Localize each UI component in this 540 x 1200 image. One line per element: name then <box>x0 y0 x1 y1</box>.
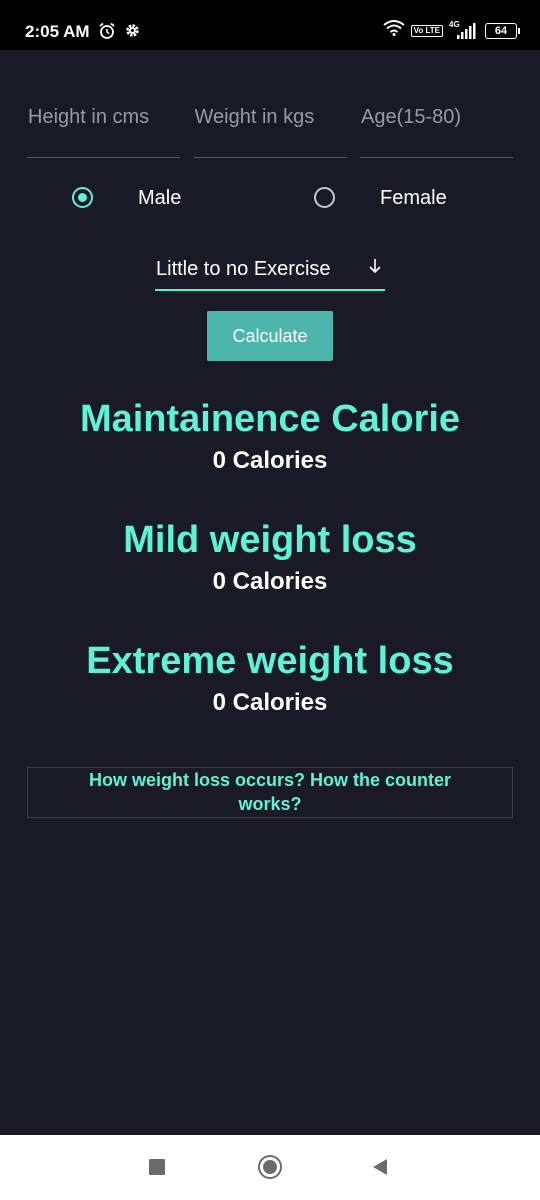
weight-field[interactable] <box>193 100 347 158</box>
activity-level-selected[interactable]: Little to no Exercise <box>156 258 331 281</box>
mild-weight-loss-title: Mild weight loss <box>123 519 417 561</box>
height-input[interactable] <box>27 100 180 129</box>
female-label[interactable]: Female <box>380 187 447 210</box>
gender-radio-group: Male Female <box>0 182 540 216</box>
height-field[interactable] <box>27 100 180 158</box>
back-triangle-icon[interactable] <box>372 1158 388 1181</box>
mild-weight-loss-value: 0 Calories <box>212 568 328 595</box>
input-fields-row <box>27 100 513 158</box>
activity-level-dropdown[interactable]: Little to no Exercise <box>155 253 385 291</box>
battery-level: 64 <box>485 22 517 39</box>
maintenance-calorie-value: 0 Calories <box>212 447 328 474</box>
female-radio-button[interactable] <box>314 187 335 208</box>
male-radio-button[interactable] <box>72 187 93 208</box>
extreme-weight-loss-value: 0 Calories <box>212 689 328 716</box>
calculate-button[interactable]: Calculate <box>207 311 333 361</box>
signal-icon: 4G <box>449 20 479 40</box>
status-left-icons <box>98 22 141 45</box>
how-it-works-button[interactable]: How weight loss occurs? How the counter … <box>27 767 513 818</box>
age-field[interactable] <box>360 100 513 158</box>
weight-input[interactable] <box>193 100 347 129</box>
status-time: 2:05 AM <box>25 22 90 41</box>
home-circle-icon[interactable] <box>258 1155 282 1179</box>
arrow-down-icon[interactable] <box>368 257 382 280</box>
extreme-weight-loss-title: Extreme weight loss <box>86 640 454 682</box>
battery-icon: 64 <box>485 22 520 39</box>
recents-square-icon[interactable] <box>149 1159 165 1175</box>
maintenance-calorie-title: Maintainence Calorie <box>79 398 461 440</box>
navigation-bar <box>0 1135 540 1200</box>
age-input[interactable] <box>360 100 513 129</box>
status-right-icons: Vo LTE 4G 64 <box>383 20 520 41</box>
volte-icon: Vo LTE <box>410 24 443 37</box>
battery-tip <box>518 27 520 34</box>
status-bar: 2:05 AM Vo LTE 4G 64 <box>0 0 540 50</box>
alarm-icon <box>98 22 116 45</box>
gear-icon <box>124 22 141 45</box>
wifi-icon <box>383 20 405 41</box>
male-label[interactable]: Male <box>138 187 181 210</box>
